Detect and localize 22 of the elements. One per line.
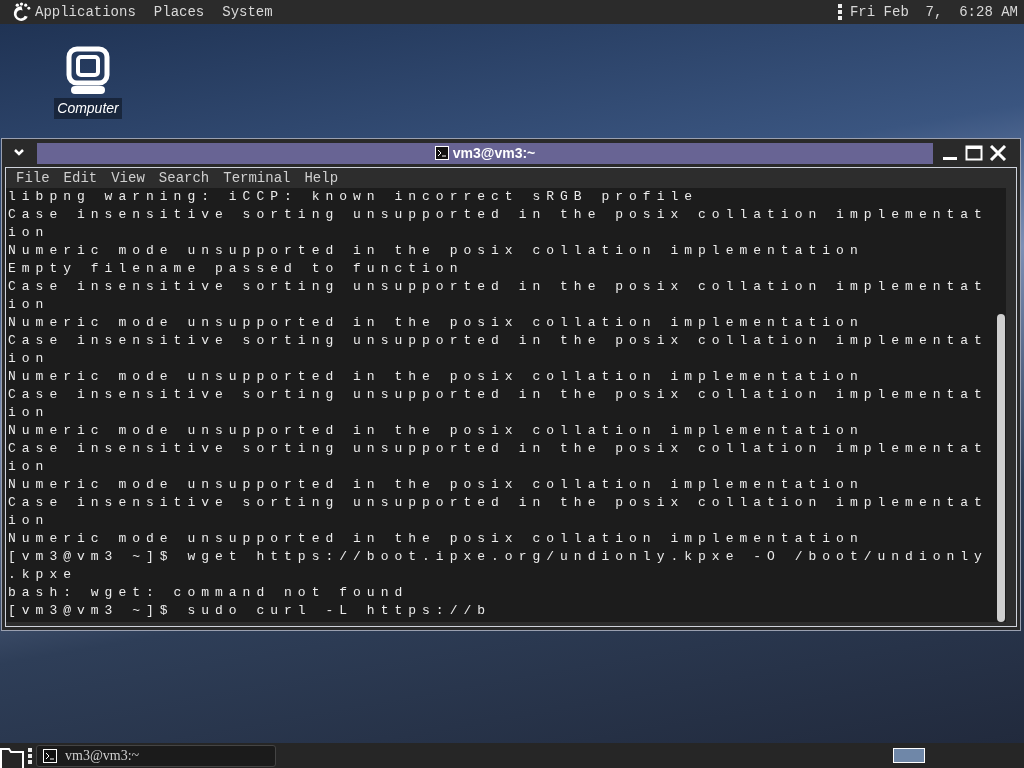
- close-icon[interactable]: [989, 145, 1007, 161]
- taskbar-button[interactable]: vm3@vm3:~: [36, 744, 276, 767]
- terminal-icon: [43, 748, 57, 763]
- clock[interactable]: Fri Feb 7, 6:28 AM: [849, 1, 1018, 23]
- menu-item[interactable]: View: [111, 167, 145, 189]
- menu-item[interactable]: Terminal: [223, 167, 291, 189]
- computer-label[interactable]: Computer: [54, 98, 122, 119]
- window-title: vm3@vm3:~: [452, 143, 536, 163]
- terminal-icon: [434, 146, 449, 160]
- panel-menu[interactable]: System: [222, 1, 273, 23]
- workspace-switcher[interactable]: [893, 748, 925, 763]
- computer-icon[interactable]: [65, 46, 111, 96]
- menu-item[interactable]: Help: [304, 167, 339, 189]
- menu-item[interactable]: Search: [158, 167, 210, 189]
- panel-menu[interactable]: Applications: [35, 1, 136, 23]
- handle-icon[interactable]: [28, 746, 32, 765]
- handle-icon[interactable]: [837, 3, 842, 21]
- foot-logo-icon[interactable]: [11, 1, 32, 23]
- menu-item[interactable]: Edit: [63, 167, 98, 189]
- maximize-icon[interactable]: [965, 145, 983, 161]
- menu-item[interactable]: File: [16, 167, 50, 189]
- panel-menu[interactable]: Places: [153, 1, 205, 23]
